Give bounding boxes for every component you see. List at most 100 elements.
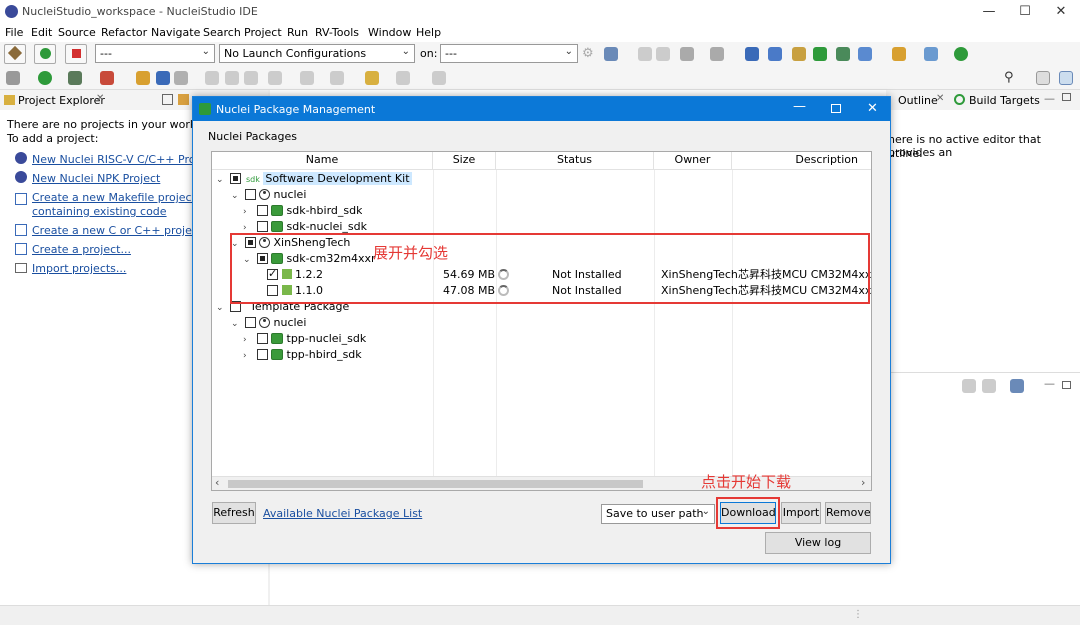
menu-help[interactable]: Help: [416, 26, 441, 39]
view-menu-icon[interactable]: [962, 379, 976, 393]
tools-icon[interactable]: [710, 47, 724, 61]
minimize-lower-panel-icon[interactable]: —: [1044, 377, 1055, 390]
menu-project[interactable]: Project: [244, 26, 282, 39]
tree-checkbox[interactable]: [256, 221, 268, 232]
new-file-icon[interactable]: [924, 47, 938, 61]
new-nuclei-npk-project-link[interactable]: New Nuclei NPK Project: [32, 172, 160, 185]
menu-file[interactable]: File: [5, 26, 23, 39]
run-config-icon[interactable]: [38, 71, 52, 85]
open-perspective-icon[interactable]: [432, 71, 446, 85]
new-nuclei-riscv-project-link[interactable]: New Nuclei RISC-V C/C++ Project: [32, 153, 216, 166]
tree-checkbox[interactable]: [244, 317, 256, 328]
collapsed-chevron-icon[interactable]: ›: [243, 349, 253, 363]
download-button[interactable]: Download: [720, 502, 776, 524]
dialog-close-button[interactable]: ✕: [867, 101, 878, 116]
expanded-chevron-icon[interactable]: ⌄: [216, 173, 226, 187]
run-button[interactable]: [34, 44, 56, 64]
expanded-chevron-icon[interactable]: ⌄: [231, 317, 241, 331]
dialog-maximize-button[interactable]: [831, 104, 841, 113]
tree-row-nuclei-owner[interactable]: ⌄ nuclei: [212, 187, 871, 203]
serial-icon[interactable]: [768, 47, 782, 61]
menu-search[interactable]: Search: [203, 26, 241, 39]
open-console-icon[interactable]: [1010, 379, 1024, 393]
scroll-right-icon[interactable]: ›: [861, 476, 865, 489]
column-size[interactable]: Size: [433, 152, 496, 170]
existing-code-link[interactable]: containing existing code: [32, 205, 167, 218]
open-type-icon[interactable]: [136, 71, 150, 85]
gear-icon[interactable]: ⚙: [582, 46, 594, 61]
collapse-all-icon[interactable]: [162, 94, 173, 105]
cpp-perspective-icon[interactable]: [1059, 71, 1073, 85]
tree-row-nuclei-template-owner[interactable]: ⌄ nuclei: [212, 315, 871, 331]
display-icon[interactable]: [982, 379, 996, 393]
collapsed-chevron-icon[interactable]: ›: [243, 205, 253, 219]
menu-edit[interactable]: Edit: [31, 26, 52, 39]
maximize-lower-panel-icon[interactable]: [1062, 381, 1071, 389]
package-tree[interactable]: Name Size Status Owner Description ⌄ sdk…: [211, 151, 872, 491]
close-window-button[interactable]: ✕: [1038, 0, 1080, 24]
open-task-icon[interactable]: [156, 71, 170, 85]
package-management-icon[interactable]: [813, 47, 827, 61]
tree-row-tpp-nuclei[interactable]: › tpp-nuclei_sdk: [212, 331, 871, 347]
create-project-link[interactable]: Create a project...: [32, 243, 131, 256]
create-c-cpp-project-link[interactable]: Create a new C or C++ project: [32, 224, 202, 237]
maximize-panel-icon[interactable]: [1062, 93, 1071, 101]
tree-row-tpp-hbird[interactable]: › tpp-hbird_sdk: [212, 347, 871, 363]
wrench-icon[interactable]: [792, 47, 806, 61]
whitespace-icon[interactable]: [244, 71, 258, 85]
block-select-icon[interactable]: [225, 71, 239, 85]
tree-checkbox[interactable]: [229, 173, 241, 184]
new-project-icon[interactable]: [858, 47, 872, 61]
column-description[interactable]: Description: [732, 152, 871, 170]
stop-button[interactable]: [65, 44, 87, 64]
menu-refactor[interactable]: Refactor: [101, 26, 147, 39]
column-name[interactable]: Name: [212, 152, 433, 170]
tree-checkbox[interactable]: [256, 333, 268, 344]
save-all-icon[interactable]: [656, 47, 670, 61]
next-annotation-icon[interactable]: [268, 71, 282, 85]
coverage-icon[interactable]: [100, 71, 114, 85]
new-class-icon[interactable]: [892, 47, 906, 61]
pin-icon[interactable]: [174, 71, 188, 85]
refresh-button[interactable]: Refresh: [212, 502, 256, 524]
forward-icon[interactable]: [396, 71, 410, 85]
menu-run[interactable]: Run: [287, 26, 308, 39]
close-outline-icon[interactable]: ✕: [936, 93, 944, 104]
dialog-minimize-button[interactable]: —: [793, 99, 806, 114]
remove-button[interactable]: Remove: [825, 502, 871, 524]
tree-checkbox[interactable]: [256, 349, 268, 360]
tree-checkbox[interactable]: [256, 205, 268, 216]
menu-window[interactable]: Window: [368, 26, 411, 39]
debug-icon[interactable]: [680, 47, 694, 61]
close-tab-icon[interactable]: ✕: [96, 93, 104, 104]
import-button[interactable]: Import: [781, 502, 821, 524]
outline-tab[interactable]: Outline: [898, 94, 938, 107]
expanded-chevron-icon[interactable]: ⌄: [216, 301, 226, 315]
scrollbar-thumb[interactable]: [228, 480, 643, 488]
chip-icon[interactable]: [836, 47, 850, 61]
perspective-icon[interactable]: [1036, 71, 1050, 85]
expanded-chevron-icon[interactable]: ⌄: [231, 189, 241, 203]
launch-config-select[interactable]: No Launch Configurations ⌄: [219, 44, 415, 63]
menu-rv-tools[interactable]: RV-Tools: [315, 26, 359, 39]
last-edit-icon[interactable]: [330, 71, 344, 85]
toggle-mark-icon[interactable]: [205, 71, 219, 85]
available-package-list-link[interactable]: Available Nuclei Package List: [263, 507, 422, 520]
run-as-icon[interactable]: [954, 47, 968, 61]
external-tools-icon[interactable]: [68, 71, 82, 85]
tree-row-sdk-hbird[interactable]: › sdk-hbird_sdk: [212, 203, 871, 219]
prev-annotation-icon[interactable]: [300, 71, 314, 85]
debug-config-icon[interactable]: [6, 71, 20, 85]
save-path-select[interactable]: Save to user path ⌄: [601, 504, 715, 524]
menu-navigate[interactable]: Navigate: [151, 26, 200, 39]
build-targets-tab[interactable]: Build Targets: [969, 94, 1040, 107]
new-icon[interactable]: [604, 47, 618, 61]
menu-source[interactable]: Source: [58, 26, 96, 39]
column-owner[interactable]: Owner: [654, 152, 732, 170]
build-button[interactable]: [4, 44, 26, 64]
save-icon[interactable]: [638, 47, 652, 61]
view-log-button[interactable]: View log: [765, 532, 871, 554]
tree-checkbox[interactable]: [244, 189, 256, 200]
terminal-icon[interactable]: [745, 47, 759, 61]
collapsed-chevron-icon[interactable]: ›: [243, 333, 253, 347]
